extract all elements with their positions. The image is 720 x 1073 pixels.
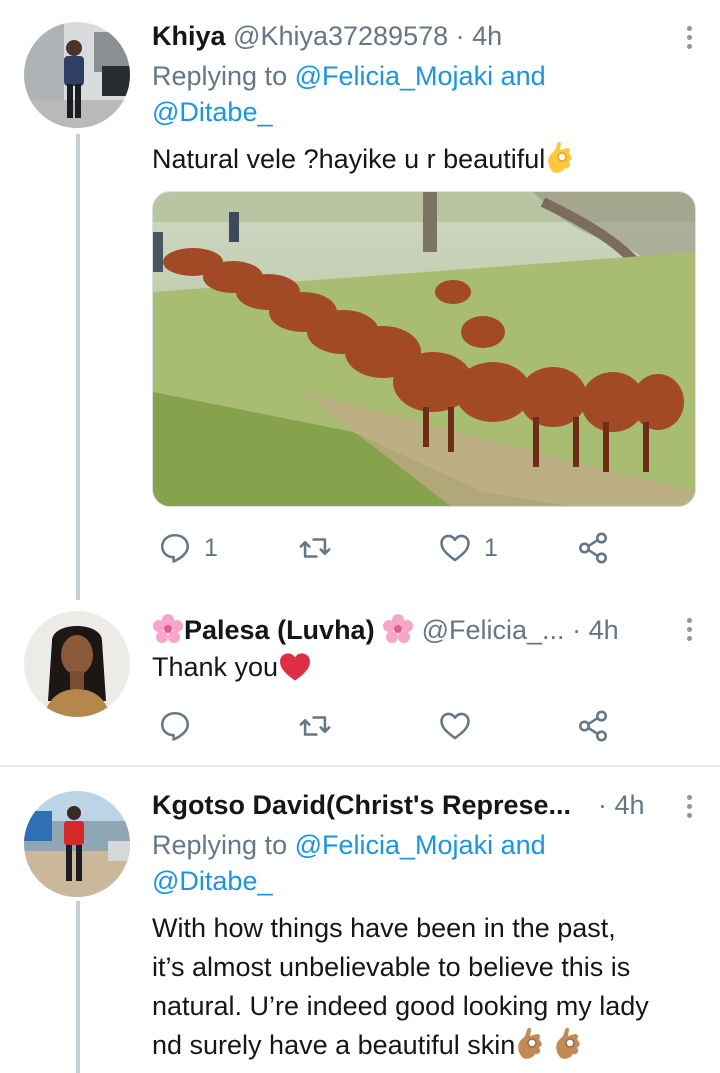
- mention-link[interactable]: @Ditabe_: [152, 866, 272, 896]
- tweet-actions: 1 1: [152, 528, 622, 568]
- timestamp[interactable]: 4h: [472, 21, 502, 51]
- replying-and[interactable]: and: [501, 830, 546, 860]
- ok-hand-icon: [545, 140, 575, 185]
- tweet-kgotso[interactable]: Kgotso David(Christ's Represe... · 4h Re…: [0, 767, 720, 1073]
- like-count: 1: [484, 533, 498, 562]
- tweet-header: Khiya @Khiya37289578 · 4h: [152, 18, 700, 54]
- reply-icon: [160, 533, 190, 563]
- reply-icon: [160, 711, 190, 741]
- more-options-icon[interactable]: [687, 614, 692, 645]
- tweet-text-content: Natural vele ?hayike u r beautiful: [152, 144, 546, 174]
- share-button[interactable]: [576, 528, 610, 568]
- more-options-icon[interactable]: [687, 791, 692, 822]
- heart-icon: [440, 534, 470, 562]
- red-heart-icon: [278, 652, 312, 693]
- more-options-icon[interactable]: [687, 22, 692, 53]
- tweet-text-line: it’s almost unbelievable to believe this…: [152, 952, 631, 982]
- reply-button[interactable]: 1: [158, 528, 218, 568]
- like-button[interactable]: [438, 706, 472, 746]
- thread-line: [76, 134, 80, 600]
- tweet-meta: · 4h: [598, 787, 660, 823]
- avatar[interactable]: [24, 611, 130, 717]
- display-name[interactable]: Khiya: [152, 21, 226, 51]
- tweet-palesa[interactable]: Palesa (Luvha) @Felicia_... · 4h Thank y…: [0, 600, 720, 765]
- mention-link[interactable]: @Felicia_Mojaki: [295, 830, 493, 860]
- replying-to: Replying to @Felicia_Mojaki and @Ditabe_: [152, 827, 652, 899]
- tweet-text: With how things have been in the past, i…: [152, 909, 712, 1071]
- reply-button[interactable]: [158, 706, 192, 746]
- retweet-button[interactable]: [298, 706, 332, 746]
- heart-icon: [440, 712, 470, 740]
- separator-dot: ·: [455, 21, 465, 51]
- share-icon: [578, 532, 608, 564]
- display-name[interactable]: Palesa (Luvha): [184, 615, 375, 645]
- separator-dot: ·: [598, 790, 607, 820]
- like-button[interactable]: 1: [438, 528, 498, 568]
- replying-label: Replying to: [152, 830, 288, 860]
- thread-line: [76, 901, 80, 1073]
- tweet-text-line-last: nd surely have a beautiful skin: [152, 1026, 712, 1071]
- retweet-icon: [299, 716, 331, 736]
- tweet-text: Natural vele ?hayike u r beautiful: [152, 140, 712, 185]
- ok-hand-icon: [553, 1026, 583, 1071]
- avatar[interactable]: [24, 22, 130, 128]
- share-button[interactable]: [576, 706, 610, 746]
- tweet-text: Thank you: [152, 648, 712, 693]
- timestamp[interactable]: 4h: [615, 790, 645, 820]
- share-icon: [578, 710, 608, 742]
- replying-and[interactable]: and: [501, 61, 546, 91]
- display-name[interactable]: Kgotso David(Christ's Represe...: [152, 790, 571, 820]
- user-handle[interactable]: @Khiya37289578: [233, 21, 448, 51]
- tweet-actions: [152, 706, 622, 746]
- tweet-text-line: nd surely have a beautiful skin: [152, 1030, 516, 1060]
- mention-link[interactable]: @Ditabe_: [152, 97, 272, 127]
- tweet-khiya[interactable]: Khiya @Khiya37289578 · 4h Replying to @F…: [0, 0, 720, 600]
- replying-label: Replying to: [152, 61, 288, 91]
- retweet-icon: [299, 538, 331, 558]
- user-handle[interactable]: @Felicia_...: [422, 615, 565, 645]
- mention-link[interactable]: @Felicia_Mojaki: [295, 61, 493, 91]
- tweet-text-line: natural. U’re indeed good looking my lad…: [152, 991, 649, 1021]
- tweet-image[interactable]: [152, 191, 696, 507]
- replying-to: Replying to @Felicia_Mojaki and @Ditabe_: [152, 58, 652, 130]
- avatar[interactable]: [24, 791, 130, 897]
- reply-count: 1: [204, 533, 218, 562]
- tweet-text-line: With how things have been in the past,: [152, 913, 616, 943]
- ok-hand-icon: [515, 1026, 545, 1071]
- retweet-button[interactable]: [298, 528, 332, 568]
- timestamp[interactable]: 4h: [589, 615, 619, 645]
- separator-dot: ·: [572, 615, 582, 645]
- tweet-text-content: Thank you: [152, 652, 279, 682]
